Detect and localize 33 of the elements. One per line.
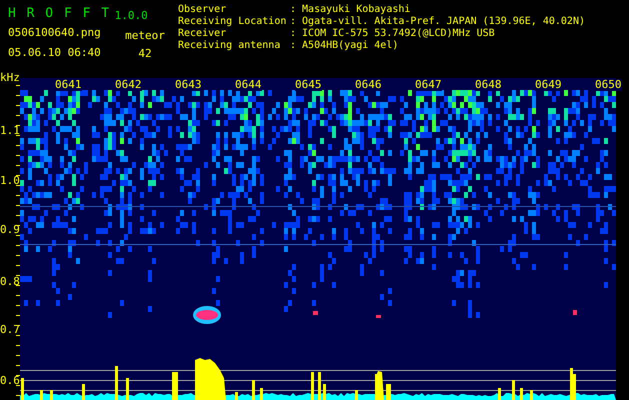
info-separator: : [290,16,296,27]
info-label: Observer [178,4,228,16]
time-label: 0643 [175,79,202,91]
time-label: 0646 [355,79,382,91]
time-label: 0650 [595,79,622,91]
axis-label: 0.8 [0,276,20,287]
info-label: Receiving antenna [178,40,282,52]
date-time: 05.06.10 06:40 [8,45,102,61]
info-value: Masayuki Kobayashi [302,4,410,15]
info-separator: : [290,40,296,51]
meteor-count: 42 [137,48,153,60]
app-version: 1.0.0 [114,10,148,22]
info-value: A504HB(yagi 4el) [302,40,398,51]
meteor-label: meteor [124,30,166,42]
time-label: 0641 [55,79,82,91]
file-name: 0506100640.png [8,25,102,41]
time-label: 0642 [115,79,142,91]
info-value: ICOM IC-575 53.7492(@LCD)MHz USB [302,28,495,39]
info-separator: : [290,4,296,15]
time-label: 0648 [475,79,502,91]
info-separator: : [290,28,296,39]
time-label: 0649 [535,79,562,91]
info-value: Ogata-vill. Akita-Pref. JAPAN (139.96E, 40.02N) [302,16,585,27]
time-label: 0647 [415,79,442,91]
axis-unit: kHz [0,72,20,83]
axis-label: 1.0 [0,175,20,186]
axis-label: 1.1 [0,125,20,136]
axis-label: 0.6 [0,375,20,386]
info-label: Receiver [178,28,228,40]
info-label: Receiving Location [178,16,288,28]
time-label: 0645 [295,79,322,91]
time-label: 0644 [235,79,262,91]
app-title: H R O F F T [8,6,111,22]
